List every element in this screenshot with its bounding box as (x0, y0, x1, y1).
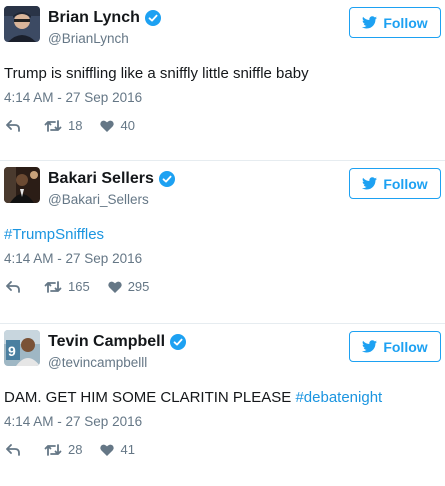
tweet-text: Trump is sniffling like a sniffly little… (4, 65, 309, 83)
tweet-text-body: Trump is sniffling like a sniffly little… (4, 65, 309, 82)
tweet-actions: 18 40 (6, 118, 135, 133)
tweet-text: #TrumpSniffles (4, 226, 104, 244)
avatar-image (4, 6, 40, 42)
avatar[interactable] (4, 6, 40, 42)
user-handle[interactable]: @tevincampbelll (48, 355, 147, 371)
user-name[interactable]: Brian Lynch (48, 9, 140, 27)
twitter-bird-icon (362, 16, 378, 29)
user-name[interactable]: Tevin Campbell (48, 333, 165, 351)
tweet-actions: 165 295 (6, 279, 149, 294)
user-handle[interactable]: @BrianLynch (48, 31, 129, 47)
retweet-count: 28 (68, 442, 83, 457)
reply-button[interactable] (6, 443, 44, 456)
like-count: 295 (127, 279, 150, 294)
like-button[interactable]: 40 (100, 118, 135, 133)
tweet-card: Bakari Sellers @Bakari_Sellers Follow #T… (0, 160, 445, 322)
retweet-button[interactable]: 28 (44, 442, 82, 457)
tweet-card: Brian Lynch @BrianLynch Follow Trump is … (0, 0, 445, 162)
reply-icon (6, 280, 20, 293)
tweet-timestamp[interactable]: 4:14 AM - 27 Sep 2016 (4, 90, 142, 106)
avatar-image: 9 (4, 330, 40, 366)
follow-button[interactable]: Follow (349, 168, 441, 199)
like-count: 40 (120, 118, 135, 133)
reply-button[interactable] (6, 119, 44, 132)
follow-label: Follow (383, 14, 428, 31)
follow-button[interactable]: Follow (349, 331, 441, 362)
reply-icon (6, 119, 20, 132)
twitter-bird-icon (362, 340, 378, 353)
retweet-count: 18 (68, 118, 83, 133)
like-button[interactable]: 41 (100, 442, 135, 457)
follow-button[interactable]: Follow (349, 7, 441, 38)
verified-badge-icon (170, 334, 187, 350)
twitter-bird-icon (362, 177, 378, 190)
svg-text:9: 9 (8, 343, 16, 359)
follow-label: Follow (383, 338, 428, 355)
heart-icon (108, 281, 122, 293)
hashtag-link[interactable]: #debatenight (295, 389, 382, 406)
retweet-icon (44, 280, 62, 293)
like-button[interactable]: 295 (108, 279, 150, 294)
avatar[interactable] (4, 167, 40, 203)
tweet-timestamp[interactable]: 4:14 AM - 27 Sep 2016 (4, 414, 142, 430)
tweet-actions: 28 41 (6, 442, 135, 457)
tweet-timestamp[interactable]: 4:14 AM - 27 Sep 2016 (4, 251, 142, 267)
tweet-card: 9 Tevin Campbell @tevincampbelll Follow … (0, 323, 445, 485)
verified-badge-icon (144, 10, 161, 26)
tweet-text-body: DAM. GET HIM SOME CLARITIN PLEASE (4, 389, 296, 406)
avatar-image (4, 167, 40, 203)
reply-button[interactable] (6, 280, 44, 293)
reply-icon (6, 443, 20, 456)
retweet-icon (44, 119, 62, 132)
retweet-count: 165 (68, 279, 90, 294)
retweet-button[interactable]: 18 (44, 118, 82, 133)
like-count: 41 (120, 442, 135, 457)
heart-icon (100, 444, 115, 456)
heart-icon (100, 120, 115, 132)
verified-badge-icon (158, 171, 175, 187)
hashtag-link[interactable]: #TrumpSniffles (4, 226, 104, 243)
user-name[interactable]: Bakari Sellers (48, 170, 154, 188)
user-handle[interactable]: @Bakari_Sellers (48, 192, 149, 208)
follow-label: Follow (383, 175, 428, 192)
retweet-icon (44, 443, 62, 456)
avatar[interactable]: 9 (4, 330, 40, 366)
tweet-text: DAM. GET HIM SOME CLARITIN PLEASE #debat… (4, 389, 382, 407)
retweet-button[interactable]: 165 (44, 279, 90, 294)
